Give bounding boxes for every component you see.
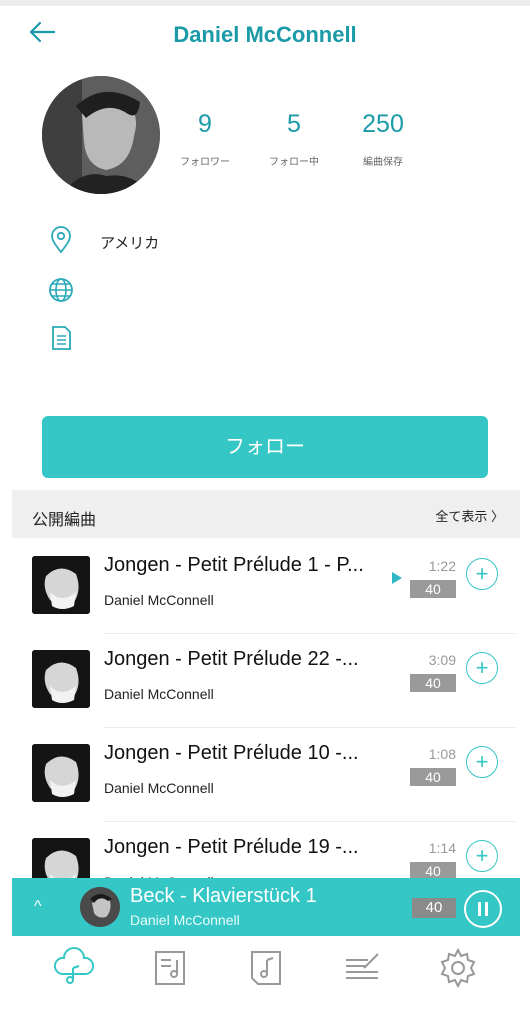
stat-following[interactable]: 5 フォロー中	[249, 110, 339, 168]
profile-avatar	[42, 76, 160, 194]
location-pin-icon	[51, 226, 71, 254]
expand-player-chevron-icon[interactable]: ^	[34, 898, 42, 916]
show-all-link[interactable]: 全て表示 〉	[435, 506, 504, 525]
add-song-button[interactable]: +	[466, 652, 498, 684]
followers-label: フォロワー	[180, 157, 230, 168]
song-title: Jongen - Petit Prélude 22 -...	[104, 648, 359, 670]
song-row[interactable]: Jongen - Petit Prélude 10 -... Daniel Mc…	[0, 730, 530, 822]
song-duration: 3:09	[428, 652, 456, 668]
song-duration: 1:14	[428, 840, 456, 856]
song-author: Daniel McConnell	[104, 780, 214, 796]
settings-gear-icon[interactable]	[436, 946, 480, 990]
location-text: アメリカ	[100, 235, 160, 252]
song-duration: 1:08	[428, 746, 456, 762]
follow-button[interactable]: フォロー	[42, 416, 488, 478]
add-song-button[interactable]: +	[466, 746, 498, 778]
saved-count: 250	[362, 110, 404, 138]
player-track-title: Beck - Klavierstück 1	[130, 885, 317, 907]
globe-icon	[49, 278, 73, 302]
player-avatar	[80, 887, 120, 927]
song-duration: 1:22	[428, 558, 456, 574]
public-arrangements-header: 公開編曲 全て表示 〉	[12, 490, 520, 538]
section-title: 公開編曲	[32, 512, 97, 529]
cloud-music-icon[interactable]	[52, 946, 96, 990]
song-thumbnail	[32, 556, 90, 614]
header: Daniel McConnell	[0, 6, 530, 62]
document-icon	[52, 326, 71, 350]
song-badge: 40	[410, 580, 456, 598]
row-divider	[104, 821, 516, 822]
song-thumbnail	[32, 650, 90, 708]
music-note-icon[interactable]	[244, 946, 288, 990]
song-row[interactable]: Jongen - Petit Prélude 22 -... Daniel Mc…	[0, 636, 530, 728]
sheet-music-icon[interactable]	[148, 946, 192, 990]
stat-saved-arrangements[interactable]: 250 編曲保存	[338, 110, 428, 168]
add-song-button[interactable]: +	[466, 840, 498, 872]
song-badge: 40	[410, 674, 456, 692]
pause-icon[interactable]	[464, 890, 502, 928]
page-title: Daniel McConnell	[173, 22, 357, 47]
player-badge: 40	[412, 898, 456, 918]
edit-score-icon[interactable]	[340, 946, 384, 990]
row-divider	[104, 727, 516, 728]
song-author: Daniel McConnell	[104, 592, 214, 608]
now-playing-indicator-icon	[392, 572, 402, 584]
add-song-button[interactable]: +	[466, 558, 498, 590]
song-author: Daniel McConnell	[104, 686, 214, 702]
mini-player[interactable]: ^ Beck - Klavierstück 1 Daniel McConnell…	[12, 878, 520, 936]
stat-followers[interactable]: 9 フォロワー	[160, 110, 250, 168]
song-title: Jongen - Petit Prélude 1 - P...	[104, 554, 364, 576]
following-count: 5	[287, 110, 301, 138]
following-label: フォロー中	[269, 157, 319, 168]
song-badge: 40	[410, 768, 456, 786]
song-title: Jongen - Petit Prélude 10 -...	[104, 742, 359, 764]
bottom-tab-bar	[0, 936, 530, 1024]
saved-label: 編曲保存	[363, 157, 403, 168]
song-row[interactable]: Jongen - Petit Prélude 1 - P... Daniel M…	[0, 542, 530, 634]
followers-count: 9	[198, 110, 212, 138]
song-title: Jongen - Petit Prélude 19 -...	[104, 836, 359, 858]
player-track-author: Daniel McConnell	[130, 912, 240, 928]
song-thumbnail	[32, 744, 90, 802]
row-divider	[104, 633, 516, 634]
